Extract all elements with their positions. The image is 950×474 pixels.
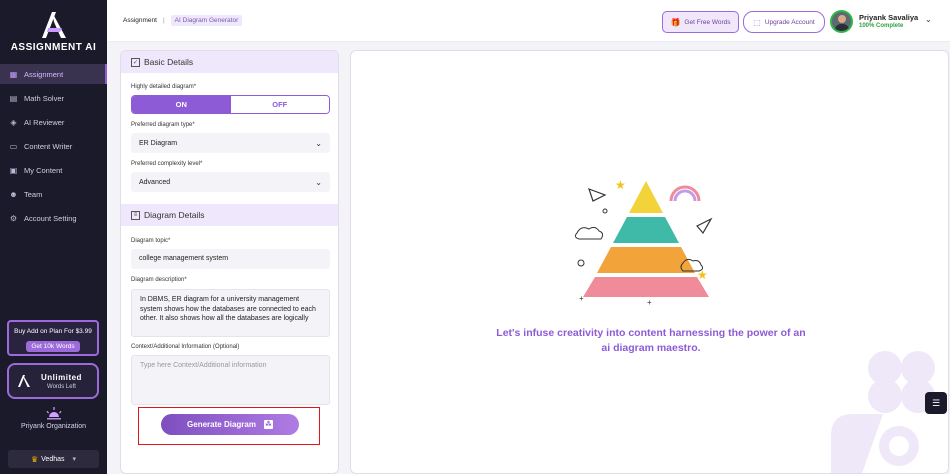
get-free-words-label: Get Free Words (684, 18, 731, 26)
org-selected: Vedhas (41, 455, 65, 463)
clipboard-icon: ≡ (131, 210, 140, 220)
sunrise-icon (45, 407, 62, 421)
sidebar-item-assignment[interactable]: ▦ Assignment (0, 64, 107, 84)
diagram-preview: ★ ★ + + Let's infuse creativity into con… (350, 50, 949, 474)
svg-text:★: ★ (697, 268, 708, 282)
chevron-down-icon: ⌄ (315, 138, 322, 148)
complexity-select[interactable]: Advanced ⌄ (131, 172, 330, 192)
user-name: Priyank Savaliya (859, 13, 919, 22)
calculator-icon: ▤ (9, 93, 18, 103)
diagram-details-header: ≡ Diagram Details (121, 204, 338, 226)
breadcrumb-assignment[interactable]: Assignment (123, 17, 157, 24)
chat-icon[interactable]: ☰ (925, 392, 947, 414)
preview-message: Let's infuse creativity into content har… (496, 327, 806, 354)
sidebar-item-label: Content Writer (24, 141, 73, 151)
generate-button-label: Generate Diagram (187, 420, 256, 429)
description-label: Diagram description* (131, 277, 187, 283)
plan-logo-icon (17, 374, 31, 388)
sidebar-item-team[interactable]: ☻ Team (0, 184, 107, 204)
chevron-down-icon[interactable]: ⌄ (925, 15, 932, 24)
basic-details-title: Basic Details (144, 57, 194, 67)
diagram-type-select[interactable]: ER Diagram ⌄ (131, 133, 330, 153)
brand-logo[interactable]: ASSIGNMENT AI (0, 10, 107, 53)
plan-title: Unlimited (41, 372, 82, 382)
sidebar-item-label: Account Setting (24, 213, 77, 223)
organization: Priyank Organization (0, 407, 107, 430)
svg-text:★: ★ (615, 178, 626, 192)
basic-details-header: ✓ Basic Details (121, 51, 338, 73)
logo-icon (38, 10, 70, 40)
context-placeholder: Type here Context/Additional information (140, 362, 267, 369)
sidebar: ASSIGNMENT AI ▦ Assignment ▤ Math Solver… (0, 0, 107, 474)
topic-input[interactable]: college management system (131, 249, 330, 269)
upgrade-label: Upgrade Account (764, 18, 815, 26)
pyramid-illustration: ★ ★ + + (574, 178, 713, 306)
top-header: Assignment | AI Diagram Generator 🎁 Get … (107, 0, 950, 42)
sidebar-item-label: AI Reviewer (24, 117, 65, 127)
detailed-diagram-toggle[interactable]: ON OFF (131, 95, 330, 114)
get-words-button[interactable]: Get 10k Words (26, 341, 80, 352)
toggle-on-option[interactable]: ON (132, 96, 231, 113)
sidebar-item-content-writer[interactable]: ▭ Content Writer (0, 136, 107, 156)
upgrade-account-button[interactable]: ⬚ Upgrade Account (743, 11, 825, 33)
complexity-label: Preferred complexity level* (131, 161, 203, 167)
breadcrumb-current: AI Diagram Generator (170, 15, 243, 26)
breadcrumb: Assignment | AI Diagram Generator (123, 15, 243, 26)
sidebar-item-label: Math Solver (24, 93, 65, 103)
brand-name: ASSIGNMENT AI (10, 42, 97, 53)
document-icon: ▭ (9, 141, 18, 151)
diagram-type-label: Preferred diagram type* (131, 122, 195, 128)
chevron-down-icon: ▾ (72, 456, 77, 463)
org-name: Priyank Organization (21, 423, 86, 430)
diagram-icon: ⁂ (263, 420, 273, 429)
ai-icon: ◈ (10, 117, 17, 127)
sidebar-item-ai-reviewer[interactable]: ◈ AI Reviewer (0, 112, 107, 132)
svg-text:+: + (579, 294, 584, 303)
svg-text:+: + (647, 298, 652, 306)
breadcrumb-separator: | (162, 17, 165, 24)
complexity-value: Advanced (139, 178, 171, 186)
org-selector[interactable]: ♛ Vedhas ▾ (8, 450, 99, 468)
avatar[interactable] (830, 10, 853, 33)
sidebar-item-account-setting[interactable]: ⚙ Account Setting (0, 208, 107, 228)
sidebar-item-my-content[interactable]: ▣ My Content (0, 160, 107, 180)
profile-status: 100% Complete (859, 23, 904, 29)
folder-icon: ▣ (9, 165, 18, 175)
plan-card: Unlimited Words Left (7, 363, 99, 399)
promo-title: Buy Add on Plan For $3.99 (14, 328, 92, 335)
sidebar-item-label: My Content (24, 165, 63, 175)
diagram-type-value: ER Diagram (139, 139, 178, 147)
team-icon: ☻ (9, 189, 18, 199)
diagram-form: ✓ Basic Details Highly detailed diagram*… (120, 50, 339, 474)
plan-subtitle: Words Left (47, 383, 76, 390)
checkbox-icon: ✓ (131, 57, 140, 67)
context-label: Context/Additional Information (Optional… (131, 344, 240, 350)
toggle-off-option[interactable]: OFF (230, 96, 329, 113)
get-free-words-button[interactable]: 🎁 Get Free Words (662, 11, 739, 33)
decor-shape (831, 414, 919, 473)
crown-icon: ♛ (30, 454, 39, 464)
description-textarea[interactable]: In DBMS, ER diagram for a university man… (131, 289, 330, 337)
diagram-details-title: Diagram Details (144, 210, 205, 220)
sidebar-nav: ▦ Assignment ▤ Math Solver ◈ AI Reviewer… (0, 64, 107, 232)
sidebar-item-label: Assignment (24, 69, 64, 79)
context-textarea[interactable]: Type here Context/Additional information (131, 355, 330, 405)
grid-icon: ▦ (9, 69, 18, 79)
sidebar-item-label: Team (24, 189, 43, 199)
generate-diagram-button[interactable]: Generate Diagram ⁂ (161, 414, 299, 435)
gift-icon: 🎁 (670, 17, 681, 27)
detailed-diagram-label: Highly detailed diagram* (131, 84, 197, 90)
chevron-down-icon: ⌄ (315, 177, 322, 187)
addon-promo[interactable]: Buy Add on Plan For $3.99 Get 10k Words (7, 320, 99, 356)
topic-label: Diagram topic* (131, 238, 171, 244)
gear-icon: ⚙ (9, 213, 18, 223)
upgrade-icon: ⬚ (753, 17, 761, 27)
sidebar-item-math-solver[interactable]: ▤ Math Solver (0, 88, 107, 108)
